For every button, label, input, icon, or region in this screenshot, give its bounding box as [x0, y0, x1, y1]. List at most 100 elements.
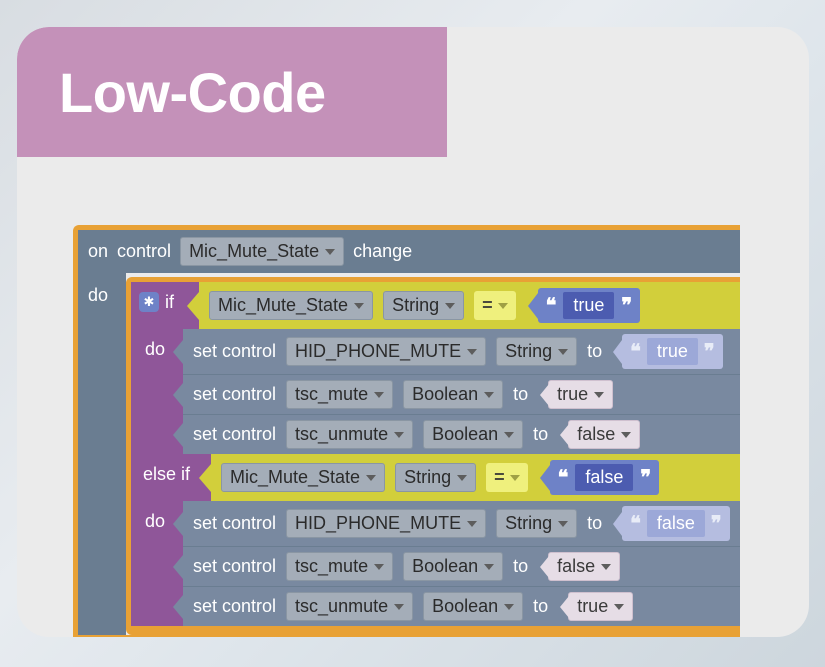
card: Low-Code on control Mic_Mute_State chang…: [17, 27, 809, 637]
string-value-chip[interactable]: ❝false❞: [622, 506, 730, 541]
cond2-type: String: [404, 467, 451, 488]
operator-select[interactable]: =: [486, 463, 528, 492]
if-block[interactable]: ✱ if Mic_Mute_State String: [126, 277, 740, 635]
chevron-down-icon: [504, 432, 514, 438]
notch-icon: [173, 512, 183, 536]
control-type-select[interactable]: Boolean: [403, 552, 503, 581]
control-name-select[interactable]: tsc_unmute: [286, 592, 413, 621]
cond2-var-select[interactable]: Mic_Mute_State: [221, 463, 385, 492]
control-type-value: String: [505, 513, 552, 534]
if-condition[interactable]: Mic_Mute_State String =: [199, 282, 740, 329]
set-control-row[interactable]: set control tsc_unmute Boolean to false: [183, 415, 740, 454]
actions1-stack: set control HID_PHONE_MUTE String to ❝true❞ s…: [183, 329, 740, 454]
control-name-select[interactable]: tsc_unmute: [286, 420, 413, 449]
kw-do: do: [88, 285, 108, 305]
chevron-down-icon: [467, 349, 477, 355]
notch-icon: [173, 340, 183, 364]
kw-elseif: else if: [143, 464, 190, 485]
bool-value: false: [577, 424, 615, 445]
cond2-type-select[interactable]: String: [395, 463, 476, 492]
operator-select[interactable]: =: [474, 291, 516, 320]
control-name-select[interactable]: tsc_mute: [286, 552, 393, 581]
cond1-var: Mic_Mute_State: [218, 295, 348, 316]
chevron-down-icon: [510, 475, 520, 481]
chevron-down-icon: [445, 303, 455, 309]
kw-set-control: set control: [193, 424, 276, 445]
control-type-value: Boolean: [412, 384, 478, 405]
quote-icon: ❞: [704, 339, 715, 364]
control-type-select[interactable]: String: [496, 509, 577, 538]
chevron-down-icon: [467, 521, 477, 527]
control-name-value: tsc_mute: [295, 384, 368, 405]
kw-to: to: [533, 424, 548, 445]
eq-label: =: [482, 295, 493, 316]
control-type-select[interactable]: Boolean: [403, 380, 503, 409]
cond1-var-select[interactable]: Mic_Mute_State: [209, 291, 373, 320]
string-value-chip[interactable]: ❝true❞: [622, 334, 723, 369]
control-type-select[interactable]: Boolean: [423, 420, 523, 449]
event-block[interactable]: on control Mic_Mute_State change do: [73, 225, 740, 637]
chevron-down-icon: [504, 604, 514, 610]
chevron-down-icon: [621, 432, 631, 438]
chevron-down-icon: [484, 564, 494, 570]
chevron-down-icon: [594, 392, 604, 398]
gear-icon[interactable]: ✱: [139, 292, 159, 312]
event-control-select[interactable]: Mic_Mute_State: [180, 237, 344, 266]
control-name-value: HID_PHONE_MUTE: [295, 513, 461, 534]
control-type-value: Boolean: [432, 596, 498, 617]
elseif-condition[interactable]: Mic_Mute_State String =: [211, 454, 740, 501]
kw-to: to: [587, 513, 602, 534]
kw-do: do: [145, 511, 165, 532]
bool-value-select[interactable]: false: [568, 420, 640, 449]
header-banner: Low-Code: [17, 27, 447, 157]
control-type-value: Boolean: [432, 424, 498, 445]
bool-value-select[interactable]: true: [568, 592, 633, 621]
quote-icon: ❝: [546, 293, 557, 318]
control-name-value: HID_PHONE_MUTE: [295, 341, 461, 362]
chevron-down-icon: [325, 249, 335, 255]
bool-value: false: [557, 556, 595, 577]
quote-icon: ❞: [621, 293, 632, 318]
kw-to: to: [587, 341, 602, 362]
set-control-row[interactable]: set controlHID_PHONE_MUTEStringto❝true❞: [183, 329, 740, 375]
kw-on: on: [88, 241, 108, 262]
set-control-row[interactable]: set controltsc_muteBooleantotrue: [183, 375, 740, 415]
string-value: false: [647, 510, 705, 537]
notch-icon: [173, 383, 183, 407]
chevron-down-icon: [558, 521, 568, 527]
chevron-down-icon: [498, 303, 508, 309]
quote-icon: ❞: [640, 465, 651, 490]
cond2-value: false: [575, 464, 633, 491]
chevron-down-icon: [374, 564, 384, 570]
control-name-value: tsc_unmute: [295, 596, 388, 617]
kw-set-control: set control: [193, 556, 276, 577]
cond2-value-chip[interactable]: ❝ false ❞: [550, 460, 660, 495]
cond1-value-chip[interactable]: ❝ true ❞: [538, 288, 641, 323]
bool-value-select[interactable]: true: [548, 380, 613, 409]
control-name-value: tsc_unmute: [295, 424, 388, 445]
control-name-select[interactable]: tsc_mute: [286, 380, 393, 409]
control-name-select[interactable]: HID_PHONE_MUTE: [286, 337, 486, 366]
control-type-value: Boolean: [412, 556, 478, 577]
kw-set-control: set control: [193, 384, 276, 405]
notch-icon: [173, 595, 183, 619]
quote-icon: ❝: [558, 465, 569, 490]
set-control-row[interactable]: set controltsc_muteBooleantofalse: [183, 547, 740, 587]
control-type-select[interactable]: Boolean: [423, 592, 523, 621]
notch-icon: [173, 423, 183, 447]
page-title: Low-Code: [59, 60, 326, 125]
string-value: true: [647, 338, 698, 365]
set-control-row[interactable]: set controltsc_unmuteBooleantotrue: [183, 587, 740, 626]
control-type-select[interactable]: String: [496, 337, 577, 366]
event-control-value: Mic_Mute_State: [189, 241, 319, 262]
bool-value-select[interactable]: false: [548, 552, 620, 581]
kw-do: do: [145, 339, 165, 360]
cond1-type-select[interactable]: String: [383, 291, 464, 320]
on-control-change-row[interactable]: on control Mic_Mute_State change: [78, 230, 740, 273]
bool-value: true: [577, 596, 608, 617]
chevron-down-icon: [374, 392, 384, 398]
kw-if: if: [165, 292, 174, 313]
control-name-select[interactable]: HID_PHONE_MUTE: [286, 509, 486, 538]
set-control-row[interactable]: set controlHID_PHONE_MUTEStringto❝false❞: [183, 501, 740, 547]
chevron-down-icon: [394, 432, 404, 438]
